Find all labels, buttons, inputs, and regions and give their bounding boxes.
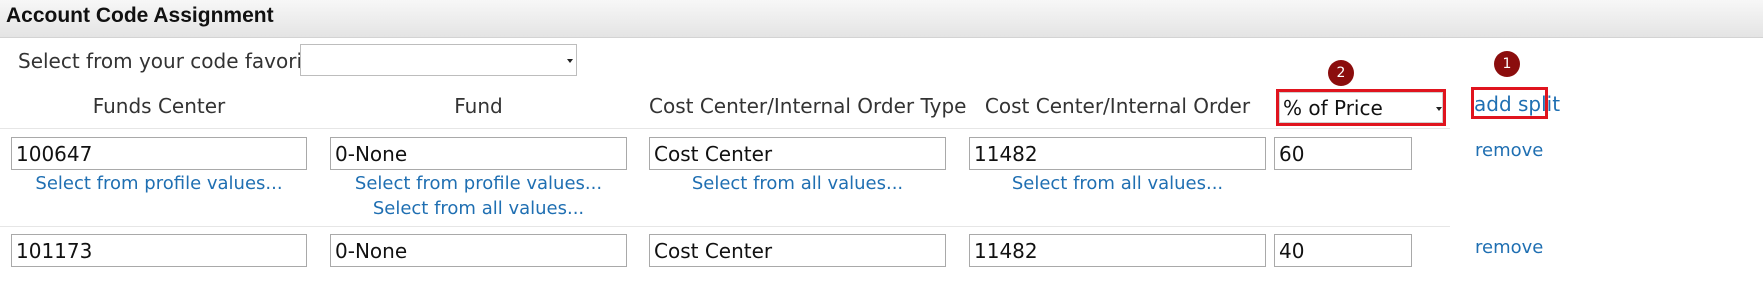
col-header-cc-type: Cost Center/Internal Order Type [649,94,967,118]
funds-center-input[interactable]: 101173 [11,234,307,267]
cc-order-input[interactable]: 11482 [969,137,1266,170]
fund-all-values-link[interactable]: Select from all values... [330,198,627,219]
funds-center-profile-link[interactable]: Select from profile values... [11,173,307,194]
section-header: Account Code Assignment [0,0,1763,38]
cc-type-input[interactable]: Cost Center [649,234,946,267]
cc-order-input[interactable]: 11482 [969,234,1266,267]
section-title: Account Code Assignment [6,4,274,27]
remove-link[interactable]: remove [1475,237,1543,258]
remove-link[interactable]: remove [1475,140,1543,161]
add-split-link[interactable]: add split [1474,92,1560,116]
col-header-cc-order: Cost Center/Internal Order [984,94,1251,118]
favorites-dropdown[interactable] [300,44,577,76]
favorites-label: Select from your code favorites [18,49,333,73]
split-mode-value: % of Price [1283,96,1383,120]
cc-order-all-values-link[interactable]: Select from all values... [969,173,1266,194]
chevron-down-icon [567,59,573,63]
split-mode-dropdown[interactable]: % of Price [1279,92,1443,123]
percent-input[interactable]: 40 [1274,234,1412,267]
percent-input[interactable]: 60 [1274,137,1412,170]
chevron-down-icon [1436,107,1442,111]
fund-input[interactable]: 0-None [330,234,627,267]
fund-input[interactable]: 0-None [330,137,627,170]
col-header-fund: Fund [454,94,503,118]
col-header-funds-center: Funds Center [92,94,226,118]
row-divider [0,226,1450,227]
funds-center-input[interactable]: 100647 [11,137,307,170]
callout-badge-2: 2 [1328,60,1354,86]
cc-type-all-values-link[interactable]: Select from all values... [649,173,946,194]
callout-badge-1: 1 [1494,51,1520,77]
fund-profile-link[interactable]: Select from profile values... [330,173,627,194]
row-divider [0,128,1450,129]
cc-type-input[interactable]: Cost Center [649,137,946,170]
